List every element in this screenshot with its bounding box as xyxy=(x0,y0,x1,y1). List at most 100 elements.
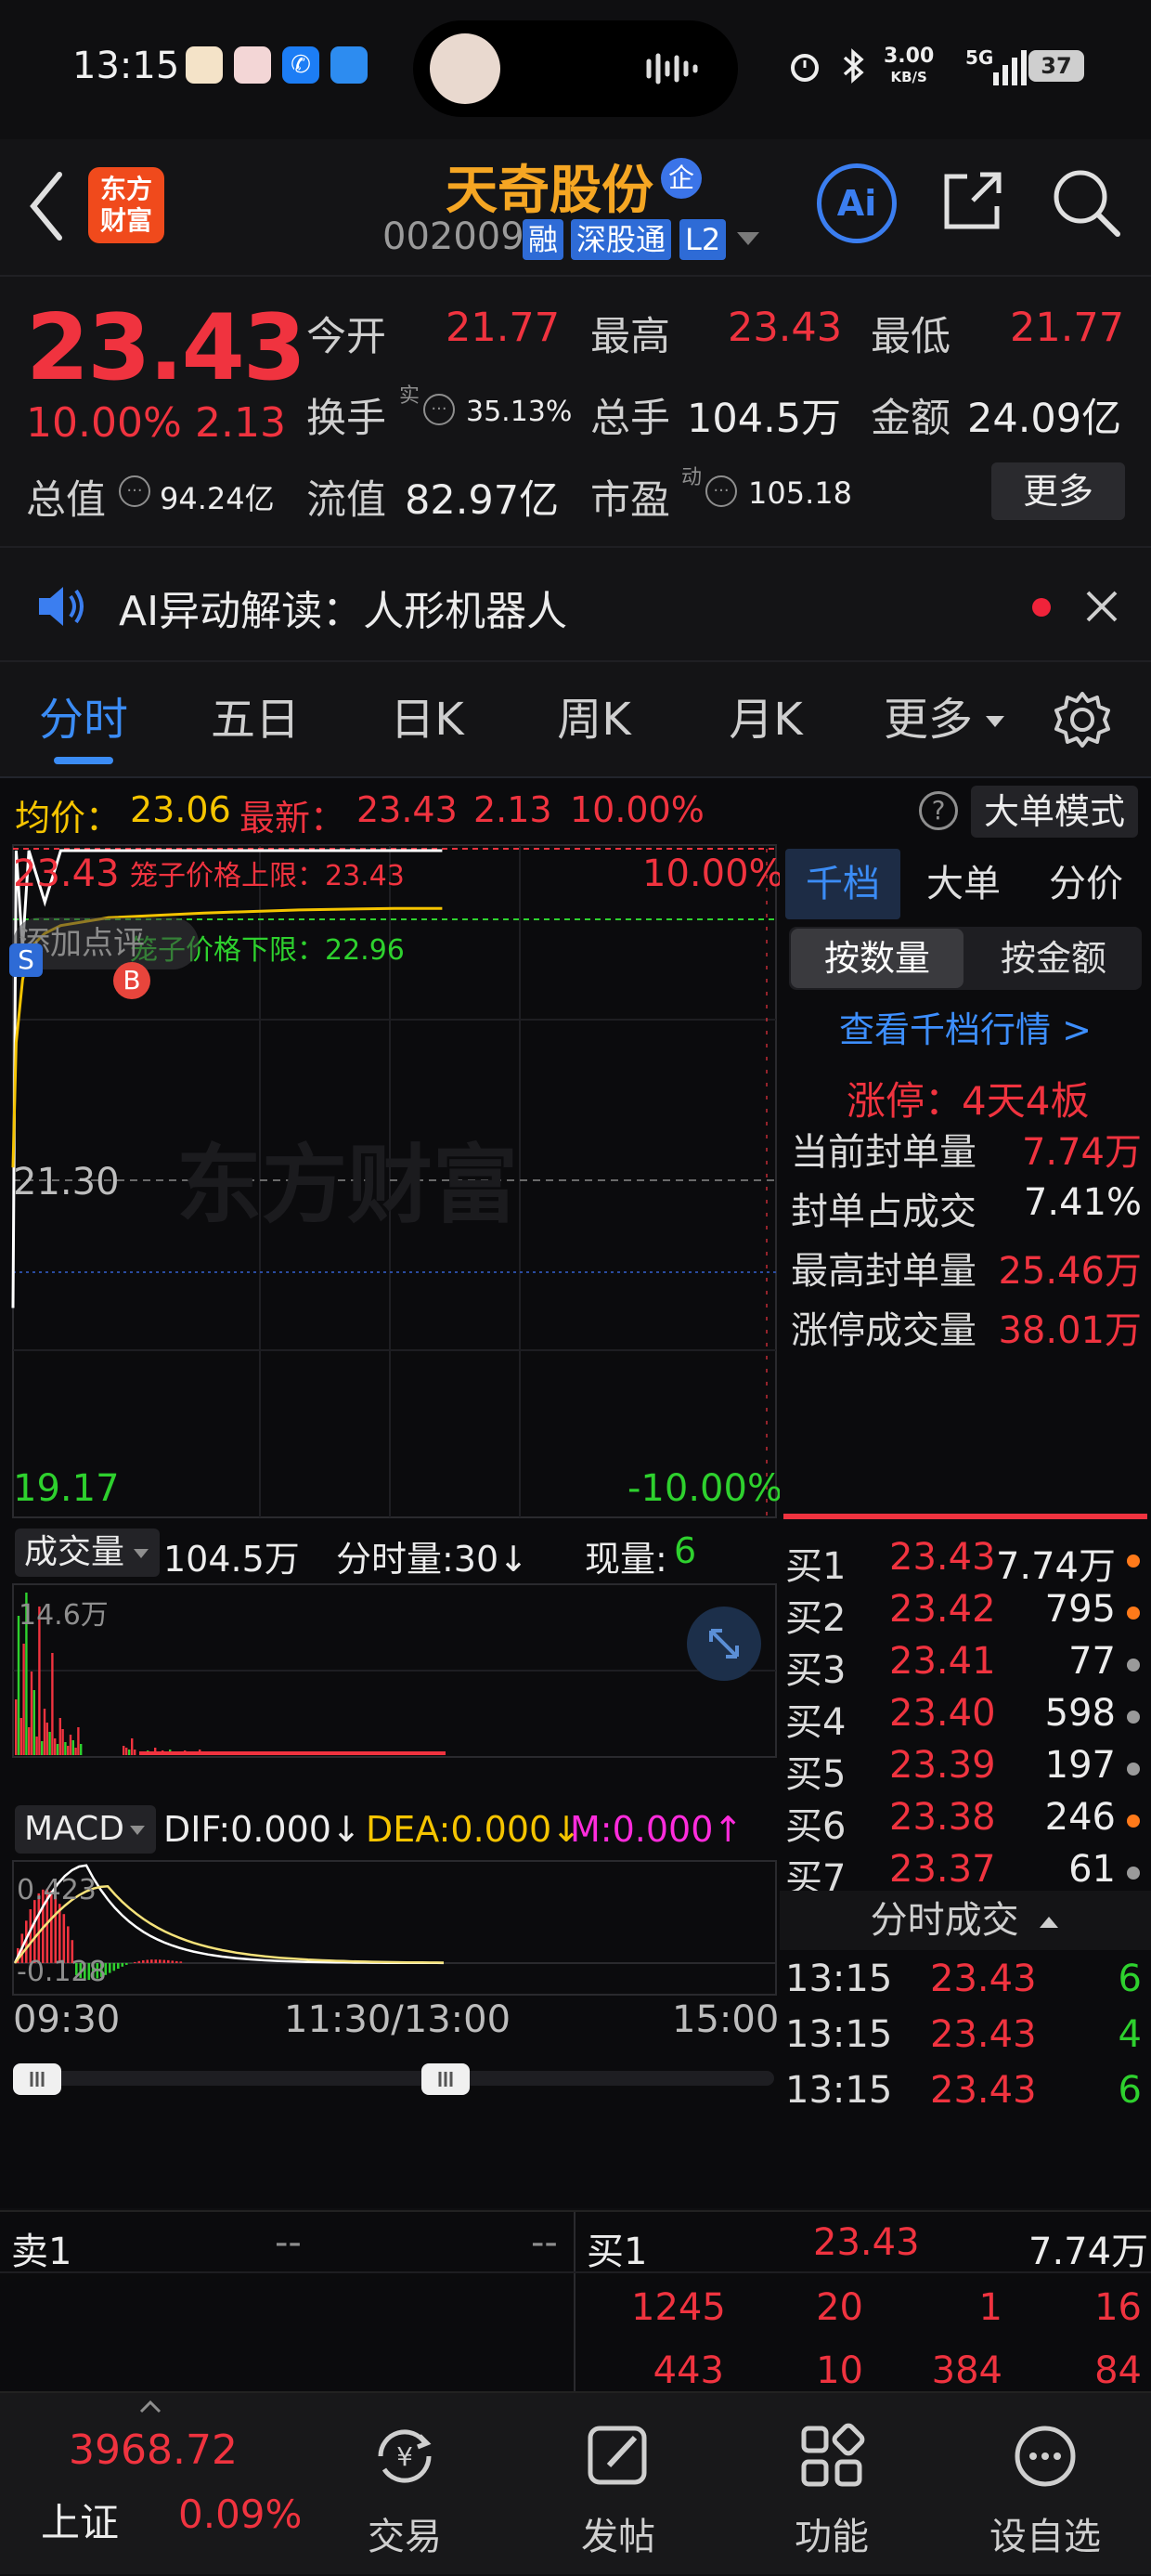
macd-chart[interactable] xyxy=(0,1859,780,1997)
expand-chart-button[interactable] xyxy=(687,1607,761,1681)
macd-bar xyxy=(172,1960,175,1963)
share-icon[interactable] xyxy=(939,167,1006,234)
range-slider-track[interactable] xyxy=(13,2071,774,2086)
sell-marker[interactable]: S xyxy=(9,943,43,977)
view-depth-link[interactable]: 查看千档行情 > xyxy=(780,1001,1151,1052)
amount-toggle: 按数量 按金额 xyxy=(789,927,1142,990)
range-slider-right-handle[interactable] xyxy=(421,2063,470,2095)
more-circle-icon xyxy=(1008,2419,1082,2493)
limit-up-value: 4天4板 xyxy=(962,1070,1089,1126)
change-percent: 10.00% xyxy=(26,399,182,447)
stat-value: 38.01万 xyxy=(998,1300,1142,1354)
bid-dot-icon xyxy=(1127,1555,1140,1568)
bid-ladder[interactable]: 买123.437.74万买223.42795买323.4177买423.4059… xyxy=(780,1530,1151,1891)
volume-indicator-selector[interactable]: 成交量 xyxy=(15,1529,160,1577)
info-dots-icon[interactable]: ··· xyxy=(119,475,150,507)
toggle-by-quantity[interactable]: 按数量 xyxy=(791,929,963,988)
macd-top-label: 0.423 xyxy=(17,1874,97,1906)
trades-header[interactable]: 分时成交 xyxy=(780,1891,1151,1950)
bid-row[interactable]: 买323.4177 xyxy=(780,1640,1151,1692)
phone-notification-icon: ✆ xyxy=(282,46,319,84)
bid-price: 23.41 xyxy=(889,1640,996,1683)
buy-marker[interactable]: B xyxy=(113,962,150,999)
dynamic-island[interactable] xyxy=(413,20,738,117)
volume-bar xyxy=(67,1746,69,1755)
tab-daily-k[interactable]: 日K xyxy=(362,662,492,778)
tab-five-day[interactable]: 五日 xyxy=(190,662,320,778)
intraday-chart-area[interactable]: 东方财富 23.43 10.00% 笼子价格上限：23.43 笼子价格下限：22… xyxy=(0,843,780,2208)
volume-bar xyxy=(57,1744,58,1755)
tab-monthly-k[interactable]: 月K xyxy=(701,662,831,778)
bid-row[interactable]: 买623.38246 xyxy=(780,1796,1151,1848)
volume-bar xyxy=(15,1699,17,1755)
nav-features[interactable]: 功能 xyxy=(739,2393,925,2576)
toggle-by-amount[interactable]: 按金额 xyxy=(967,929,1140,988)
back-icon[interactable] xyxy=(26,169,67,243)
dropdown-icon[interactable] xyxy=(735,230,761,249)
index-ticker[interactable]: 3968.72 上证 0.09% xyxy=(0,2393,306,2576)
avg-value: 23.06 xyxy=(130,789,231,830)
big-order-mode-button[interactable]: 大单模式 xyxy=(971,786,1138,838)
bid-row[interactable]: 买423.40598 xyxy=(780,1692,1151,1744)
upper-limit-label: 笼子价格上限：23.43 xyxy=(130,852,405,893)
trade-price: 23.43 xyxy=(930,2069,1037,2112)
info-dots-icon[interactable]: ··· xyxy=(705,475,737,507)
bid-row[interactable]: 买123.437.74万 xyxy=(780,1536,1151,1588)
signal-icon xyxy=(965,46,1030,87)
volume-bar xyxy=(77,1727,79,1755)
price-bottom-label: 19.17 xyxy=(13,1467,120,1510)
latest-change: 2.13 xyxy=(473,789,552,830)
bid-dot-icon xyxy=(1127,1763,1140,1776)
volume-bar xyxy=(123,1746,124,1755)
nav-post[interactable]: 发帖 xyxy=(525,2393,711,2576)
nav-features-label: 功能 xyxy=(739,2506,925,2560)
ai-banner-text: AI异动解读：人形机器人 xyxy=(119,578,567,637)
bid-price: 23.39 xyxy=(889,1744,996,1787)
tab-more[interactable]: 更多 xyxy=(877,662,979,778)
range-slider-left-handle[interactable] xyxy=(13,2063,61,2095)
bid-row[interactable]: 买723.3761 xyxy=(780,1848,1151,1891)
volume-bar xyxy=(48,1732,50,1755)
queue-cell: 384 xyxy=(910,2349,1002,2392)
pct-top-label: 10.00% xyxy=(642,852,784,895)
low-label: 最低 xyxy=(871,305,951,362)
nav-trade[interactable]: ¥ 交易 xyxy=(312,2393,498,2576)
open-label: 今开 xyxy=(306,305,386,362)
trade-time: 13:15 xyxy=(785,2013,892,2056)
chevron-down-icon xyxy=(132,1547,150,1560)
stat-label: 当前封单量 xyxy=(791,1122,976,1176)
bid-row[interactable]: 买223.42795 xyxy=(780,1588,1151,1640)
speaker-icon xyxy=(35,583,87,630)
more-button[interactable]: 更多 xyxy=(991,462,1125,520)
bid-row[interactable]: 买523.39197 xyxy=(780,1744,1151,1796)
ai-banner[interactable]: AI异动解读：人形机器人 xyxy=(0,546,1151,662)
bid1-label: 买1 xyxy=(587,2221,647,2275)
volume-bar xyxy=(74,1748,76,1755)
close-icon[interactable] xyxy=(1084,589,1119,624)
eastmoney-logo[interactable]: 东方 财富 xyxy=(88,167,164,243)
nav-watchlist[interactable]: 设自选 xyxy=(952,2393,1138,2576)
search-icon[interactable] xyxy=(1051,167,1121,238)
high-value: 23.43 xyxy=(728,305,842,351)
unread-dot xyxy=(1032,598,1051,617)
amount-value: 24.09亿 xyxy=(967,386,1121,444)
connect-tag: 深股通 xyxy=(571,219,671,260)
tab-big-order[interactable]: 大单 xyxy=(906,849,1021,919)
macd-indicator-selector[interactable]: MACD xyxy=(15,1805,156,1854)
bid-price: 23.42 xyxy=(889,1588,996,1631)
tab-price-distribution[interactable]: 分价 xyxy=(1027,849,1145,919)
bid-volume: 246 xyxy=(1045,1796,1116,1839)
bid1-price: 23.43 xyxy=(813,2221,920,2264)
volume-chart[interactable] xyxy=(0,1582,780,1759)
gear-icon[interactable] xyxy=(1053,690,1112,749)
depth-row-line xyxy=(0,2271,1151,2273)
help-icon[interactable]: ? xyxy=(919,791,958,830)
tab-thousand-level[interactable]: 千档 xyxy=(785,849,900,919)
bid-dot-icon xyxy=(1127,1711,1140,1724)
ai-assistant-button[interactable]: Ai xyxy=(817,163,897,243)
index-value: 3968.72 xyxy=(69,2426,238,2474)
info-dots-icon[interactable]: ··· xyxy=(423,394,455,425)
pe-value: 105.18 xyxy=(748,475,852,511)
tab-weekly-k[interactable]: 周K xyxy=(529,662,659,778)
stat-value: 7.41% xyxy=(1024,1181,1142,1224)
